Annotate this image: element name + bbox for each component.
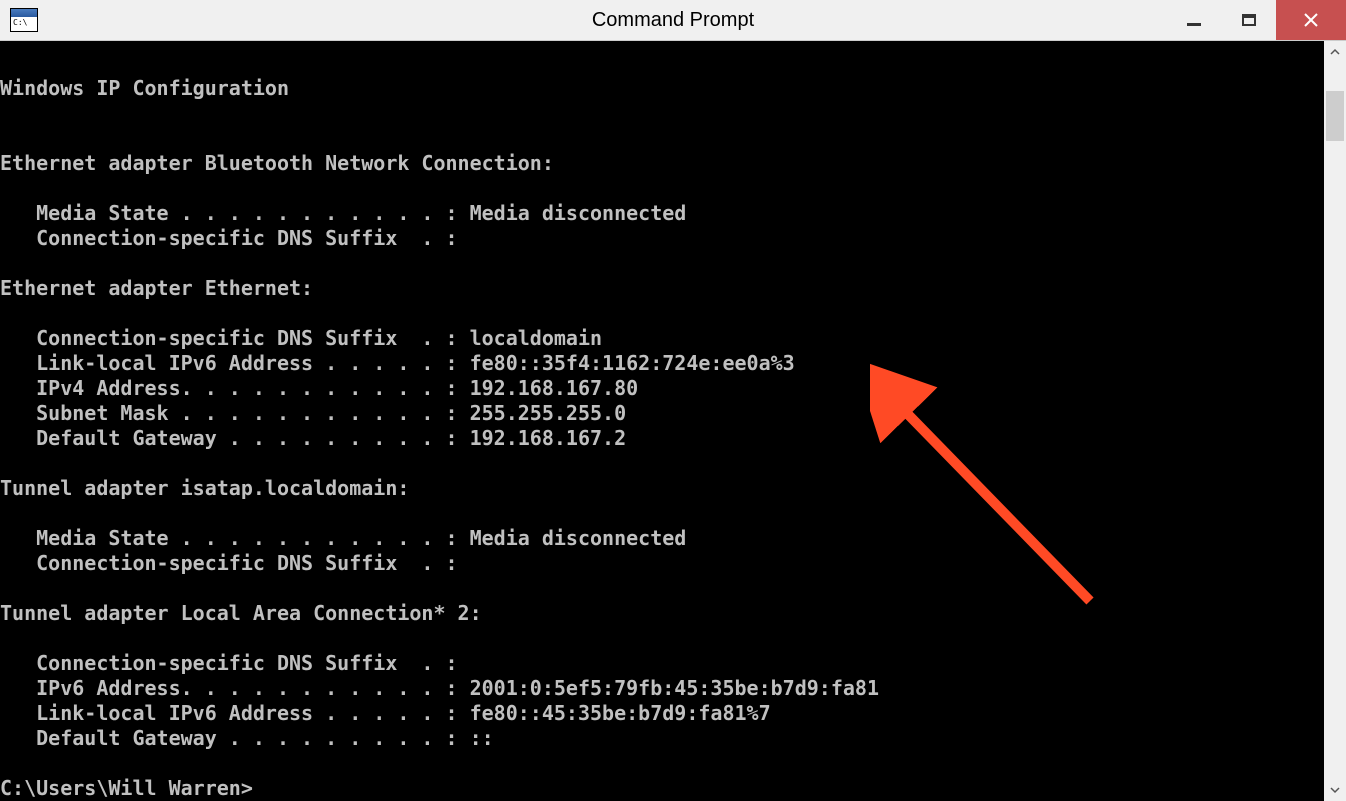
terminal-line [0, 451, 1324, 476]
minimize-button[interactable] [1166, 0, 1221, 40]
terminal-line: IPv4 Address. . . . . . . . . . . : 192.… [0, 376, 1324, 401]
terminal-line: Link-local IPv6 Address . . . . . : fe80… [0, 351, 1324, 376]
terminal-line [0, 501, 1324, 526]
window-title: Command Prompt [592, 9, 754, 32]
close-icon [1303, 12, 1319, 28]
chevron-up-icon [1330, 47, 1340, 57]
terminal-output[interactable]: Windows IP Configuration Ethernet adapter… [0, 41, 1324, 801]
terminal-line: Ethernet adapter Bluetooth Network Conne… [0, 151, 1324, 176]
terminal-line: Ethernet adapter Ethernet: [0, 276, 1324, 301]
terminal-line [0, 101, 1324, 126]
scroll-thumb[interactable] [1326, 91, 1344, 141]
scroll-track[interactable] [1324, 63, 1346, 779]
terminal-line: Connection-specific DNS Suffix . : local… [0, 326, 1324, 351]
terminal-line: Connection-specific DNS Suffix . : [0, 651, 1324, 676]
maximize-button[interactable] [1221, 0, 1276, 40]
terminal-line: Default Gateway . . . . . . . . . : :: [0, 726, 1324, 751]
window-titlebar: Command Prompt [0, 0, 1346, 41]
terminal-line: Subnet Mask . . . . . . . . . . . : 255.… [0, 401, 1324, 426]
terminal-line: Tunnel adapter Local Area Connection* 2: [0, 601, 1324, 626]
chevron-down-icon [1330, 785, 1340, 795]
titlebar-left [0, 8, 48, 32]
terminal-line [0, 751, 1324, 776]
terminal-line: Connection-specific DNS Suffix . : [0, 551, 1324, 576]
terminal-line [0, 576, 1324, 601]
close-button[interactable] [1276, 0, 1346, 40]
terminal-line [0, 51, 1324, 76]
terminal-line [0, 301, 1324, 326]
terminal-line: Connection-specific DNS Suffix . : [0, 226, 1324, 251]
minimize-icon [1187, 23, 1201, 26]
window-controls [1166, 0, 1346, 40]
terminal-line: Media State . . . . . . . . . . . : Medi… [0, 201, 1324, 226]
terminal-line [0, 176, 1324, 201]
terminal-container: Windows IP Configuration Ethernet adapter… [0, 41, 1346, 801]
terminal-line: C:\Users\Will Warren> [0, 776, 1324, 801]
cmd-icon [10, 8, 38, 32]
terminal-line: Media State . . . . . . . . . . . : Medi… [0, 526, 1324, 551]
vertical-scrollbar[interactable] [1324, 41, 1346, 801]
terminal-line: Windows IP Configuration [0, 76, 1324, 101]
terminal-line: IPv6 Address. . . . . . . . . . . : 2001… [0, 676, 1324, 701]
maximize-icon [1242, 14, 1256, 26]
terminal-line: Tunnel adapter isatap.localdomain: [0, 476, 1324, 501]
terminal-line [0, 626, 1324, 651]
scroll-up-button[interactable] [1324, 41, 1346, 63]
terminal-line [0, 251, 1324, 276]
scroll-down-button[interactable] [1324, 779, 1346, 801]
terminal-line: Link-local IPv6 Address . . . . . : fe80… [0, 701, 1324, 726]
terminal-line [0, 126, 1324, 151]
terminal-line: Default Gateway . . . . . . . . . : 192.… [0, 426, 1324, 451]
